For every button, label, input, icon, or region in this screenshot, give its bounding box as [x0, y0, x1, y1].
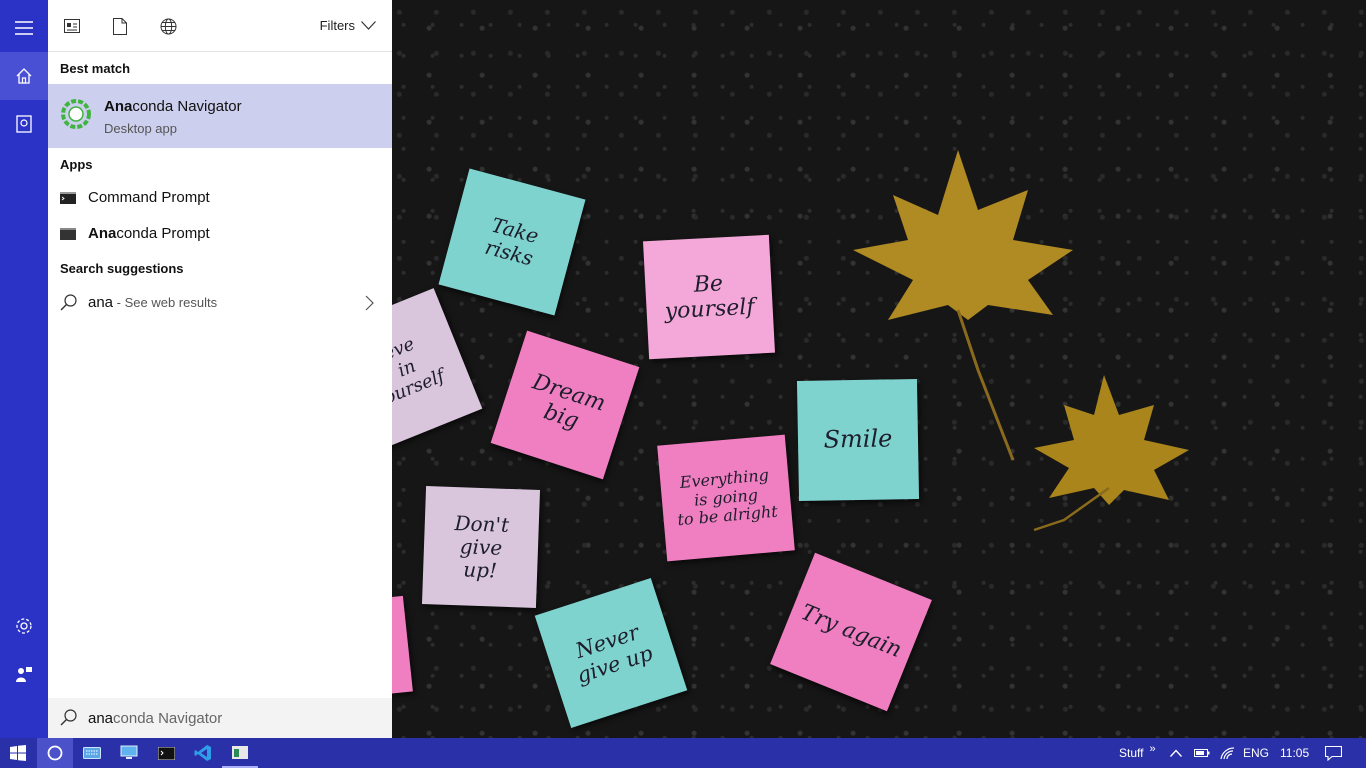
apps-scope-button[interactable]	[60, 14, 84, 38]
taskbar-app-vscode[interactable]	[185, 738, 221, 768]
language-label: ENG	[1243, 746, 1270, 760]
best-match-result[interactable]: Anaconda Navigator Desktop app	[48, 84, 392, 148]
filters-label: Filters	[319, 18, 355, 33]
chevron-right-icon[interactable]	[365, 295, 374, 311]
taskbar-app-this-pc[interactable]	[111, 738, 147, 768]
documents-scope-button[interactable]	[108, 14, 132, 38]
notebook-button[interactable]	[0, 100, 48, 148]
battery-button[interactable]	[1194, 738, 1210, 768]
anaconda-prompt-icon	[60, 228, 76, 240]
best-match-subtitle: Desktop app	[104, 121, 177, 136]
keyboard-icon	[83, 747, 101, 759]
clock[interactable]: 11:05	[1280, 738, 1309, 768]
web-suggestion-row[interactable]: ana - See web results	[48, 285, 392, 321]
chevron-up-icon	[1170, 749, 1182, 757]
search-panel: Filters Best match Anaconda Navigator De…	[48, 0, 392, 738]
app-result-command-prompt[interactable]: Command Prompt	[48, 180, 392, 216]
sticky-note: Never give up	[534, 578, 688, 728]
tray-toolbar-stuff[interactable]: Stuff »	[1119, 738, 1156, 768]
apps-scope-icon	[64, 19, 80, 33]
toolbar-overflow-icon[interactable]: »	[1149, 743, 1155, 755]
vscode-icon	[194, 745, 211, 761]
notebook-icon	[16, 115, 32, 133]
hamburger-icon	[15, 21, 33, 35]
notification-icon	[1325, 745, 1342, 761]
app-result-label: Anaconda Prompt	[88, 225, 210, 242]
tray-toolbar-label: Stuff	[1119, 746, 1144, 760]
computer-icon	[120, 745, 138, 759]
settings-button[interactable]	[0, 602, 48, 650]
taskbar: Stuff » ENG 11:05	[0, 738, 1366, 768]
home-icon	[16, 68, 32, 84]
sticky-note: Be yourself	[642, 234, 776, 360]
start-rail	[0, 0, 48, 738]
network-button[interactable]	[1220, 738, 1235, 768]
start-button[interactable]	[0, 738, 36, 768]
sticky-note: Take risks	[438, 168, 586, 316]
clock-time: 11:05	[1280, 746, 1310, 760]
command-prompt-icon	[60, 192, 76, 204]
sticky-note: Everything is going to be alright	[657, 434, 795, 562]
command-prompt-icon	[157, 746, 175, 760]
sticky-note: Don't give up!	[421, 486, 541, 608]
search-box[interactable]: anaconda Navigator	[48, 698, 392, 738]
taskbar-app-keyboard[interactable]	[74, 738, 110, 768]
best-match-heading: Best match	[60, 61, 131, 76]
best-match-name: Anaconda Navigator	[104, 98, 242, 115]
app-window-icon	[232, 745, 248, 759]
app-result-label: Command Prompt	[88, 189, 210, 206]
filters-dropdown[interactable]: Filters	[320, 18, 376, 33]
search-icon	[60, 294, 77, 311]
globe-icon	[160, 18, 176, 34]
wifi-icon	[1220, 746, 1235, 759]
document-icon	[113, 17, 127, 35]
search-input-text[interactable]: anaconda Navigator	[88, 710, 222, 727]
apps-heading: Apps	[60, 157, 93, 172]
taskbar-app-window[interactable]	[222, 738, 258, 768]
home-button[interactable]	[0, 52, 48, 100]
web-scope-button[interactable]	[156, 14, 180, 38]
scope-toolbar: Filters	[48, 0, 392, 52]
sticky-note: Dream big	[490, 330, 640, 480]
maple-leaf-image	[1033, 375, 1189, 532]
show-hidden-icons-button[interactable]	[1170, 738, 1182, 768]
language-indicator[interactable]: ENG	[1243, 738, 1269, 768]
search-suggestions-heading: Search suggestions	[60, 261, 184, 276]
taskbar-app-command-prompt[interactable]	[148, 738, 184, 768]
desktop-wallpaper: Take risks Be yourself eve in ourself Dr…	[392, 0, 1366, 738]
feedback-button[interactable]	[0, 650, 48, 698]
sticky-note-partial	[392, 595, 413, 697]
web-suggestion-label: ana - See web results	[88, 294, 218, 311]
gear-icon	[16, 618, 32, 634]
hamburger-menu-button[interactable]	[0, 4, 48, 52]
cortana-icon	[47, 745, 63, 761]
chevron-down-icon	[361, 21, 376, 30]
anaconda-icon	[61, 99, 91, 129]
app-result-anaconda-prompt[interactable]: Anaconda Prompt	[48, 216, 392, 252]
windows-logo-icon	[10, 745, 26, 761]
feedback-icon	[16, 667, 32, 682]
search-icon	[60, 709, 77, 726]
action-center-button[interactable]	[1325, 738, 1342, 768]
battery-icon	[1194, 749, 1210, 757]
sticky-note: eve in ourself	[392, 288, 483, 450]
sticky-note: Try again	[770, 552, 932, 712]
cortana-button[interactable]	[37, 738, 73, 768]
